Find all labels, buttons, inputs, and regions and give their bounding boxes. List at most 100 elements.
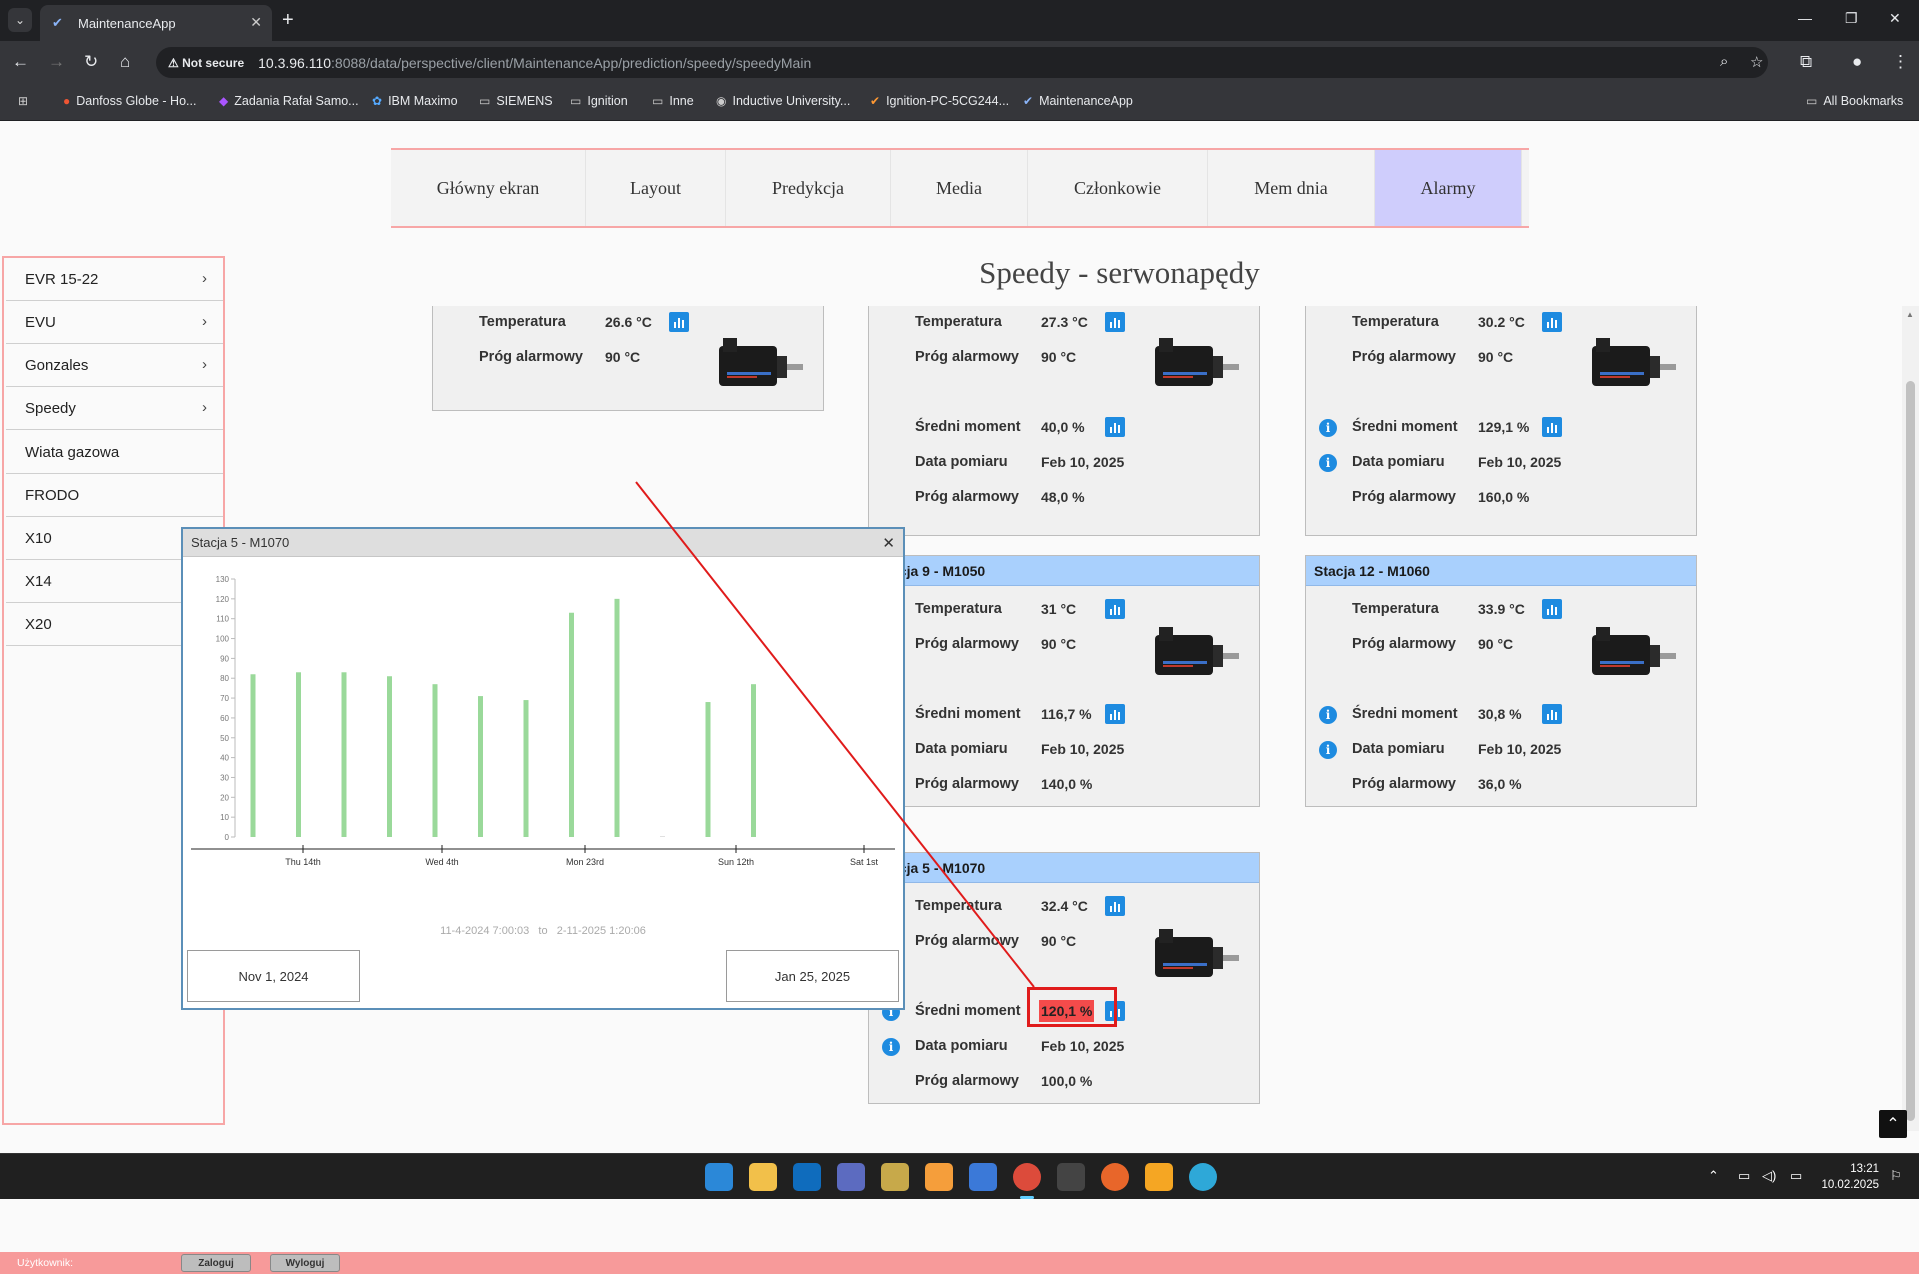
- date-from-picker[interactable]: Nov 1, 2024: [187, 950, 360, 1002]
- scroll-to-top-button[interactable]: ⌃: [1879, 1110, 1907, 1138]
- sidebar-item-gonzales[interactable]: Gonzales ›: [6, 344, 223, 387]
- chart-bar[interactable]: [705, 702, 711, 837]
- nav-layout[interactable]: Layout: [586, 150, 726, 226]
- chart-icon[interactable]: [1105, 417, 1125, 437]
- ignition-icon[interactable]: [1145, 1163, 1173, 1191]
- start-icon[interactable]: [705, 1163, 733, 1191]
- bookmark-item[interactable]: ◆ Zadania Rafał Samo...: [219, 94, 359, 108]
- file-explorer-icon[interactable]: [749, 1163, 777, 1191]
- chart-bar[interactable]: [296, 672, 301, 837]
- nav-glowny-ekran[interactable]: Główny ekran: [391, 150, 586, 226]
- nav-alarmy[interactable]: Alarmy: [1375, 150, 1522, 226]
- chart-icon[interactable]: [1105, 312, 1125, 332]
- sidebar-item-evu[interactable]: EVU ›: [6, 301, 223, 344]
- bookmark-item[interactable]: ● Danfoss Globe - Ho...: [63, 94, 196, 108]
- sidebar-item-speedy[interactable]: Speedy ›: [6, 387, 223, 430]
- bookmark-item[interactable]: ✔ Ignition-PC-5CG244...: [870, 94, 1009, 108]
- avg-torque-value: 40,0 %: [1041, 419, 1085, 435]
- chart-icon[interactable]: [1105, 896, 1125, 916]
- scrollbar-thumb[interactable]: [1906, 381, 1915, 1121]
- minimize-button[interactable]: —: [1798, 10, 1812, 26]
- nav-mem-dnia[interactable]: Mem dnia: [1208, 150, 1375, 226]
- extensions-icon[interactable]: ⧉: [1800, 52, 1812, 72]
- nav-czlonkowie[interactable]: Członkowie: [1028, 150, 1208, 226]
- clock[interactable]: 13:21 10.02.2025: [1821, 1161, 1879, 1193]
- bookmark-star-icon[interactable]: ☆: [1750, 53, 1763, 71]
- window-close-button[interactable]: ✕: [1889, 10, 1901, 27]
- chart-bar[interactable]: [751, 684, 756, 837]
- chevron-up-icon[interactable]: ⌃: [1708, 1168, 1719, 1184]
- bookmark-folder[interactable]: ▭ Ignition: [570, 94, 628, 108]
- app-icon[interactable]: [881, 1163, 909, 1191]
- back-button[interactable]: ←: [12, 52, 29, 72]
- chart-icon[interactable]: [1542, 704, 1562, 724]
- profile-icon[interactable]: ●: [1852, 52, 1862, 72]
- scroll-up-icon[interactable]: ▲: [1906, 310, 1914, 319]
- browser-tab[interactable]: ✔ MaintenanceApp ✕: [40, 5, 272, 41]
- url-input[interactable]: ⚠ Not secure 10.3.96.110:8088/data/persp…: [156, 47, 1768, 78]
- forward-button[interactable]: →: [48, 52, 65, 72]
- logout-button[interactable]: Wyloguj: [270, 1254, 340, 1272]
- store-icon[interactable]: [1057, 1163, 1085, 1191]
- popup-titlebar[interactable]: Stacja 5 - M1070 ✕: [183, 529, 903, 557]
- bookmark-item[interactable]: ✿ IBM Maximo: [372, 94, 458, 108]
- sidebar-item-wiata[interactable]: Wiata gazowa: [6, 431, 223, 474]
- chart-bar[interactable]: [523, 700, 529, 837]
- range-to: to: [538, 925, 548, 937]
- browser-menu-icon[interactable]: ⋮: [1892, 52, 1909, 72]
- sidebar-item-frodo[interactable]: FRODO: [6, 474, 223, 517]
- app-icon[interactable]: [837, 1163, 865, 1191]
- chart-icon[interactable]: [1105, 704, 1125, 724]
- info-icon[interactable]: i: [882, 1038, 900, 1056]
- alarm-highlight-box: [1027, 987, 1117, 1027]
- chart-icon[interactable]: [1105, 599, 1125, 619]
- tab-search-button[interactable]: ⌄: [8, 8, 32, 32]
- info-icon[interactable]: i: [1319, 419, 1337, 437]
- date-to-picker[interactable]: Jan 25, 2025: [726, 950, 899, 1002]
- network-icon[interactable]: ▭: [1738, 1168, 1750, 1184]
- chart-bar[interactable]: [569, 612, 574, 837]
- info-icon[interactable]: i: [1319, 706, 1337, 724]
- reload-button[interactable]: ↻: [84, 52, 98, 72]
- chart-bar[interactable]: [341, 672, 347, 837]
- info-icon[interactable]: i: [1319, 454, 1337, 472]
- all-bookmarks-button[interactable]: ▭ All Bookmarks: [1806, 94, 1903, 108]
- not-secure-badge[interactable]: ⚠ Not secure: [168, 56, 244, 70]
- volume-icon[interactable]: ◁): [1762, 1168, 1776, 1184]
- chrome-icon[interactable]: [1013, 1163, 1041, 1191]
- outlook-icon[interactable]: [793, 1163, 821, 1191]
- login-button[interactable]: Zaloguj: [181, 1254, 251, 1272]
- chart-bar[interactable]: [614, 598, 620, 837]
- tab-close-icon[interactable]: ✕: [250, 14, 262, 31]
- chart-bar[interactable]: [250, 674, 256, 837]
- restore-button[interactable]: ❐: [1845, 10, 1858, 27]
- chart-bar[interactable]: [660, 836, 665, 837]
- bookmark-item[interactable]: ◉ Inductive University...: [716, 94, 850, 108]
- notification-icon[interactable]: ⚐: [1890, 1168, 1902, 1184]
- bookmark-folder[interactable]: ▭ SIEMENS: [479, 94, 553, 108]
- nav-media[interactable]: Media: [891, 150, 1028, 226]
- new-tab-button[interactable]: +: [282, 9, 294, 32]
- vertical-scrollbar[interactable]: ▲: [1902, 306, 1919, 1131]
- zoom-icon[interactable]: ⌕: [1720, 53, 1728, 70]
- chart-bar[interactable]: [478, 696, 483, 837]
- bookmark-item[interactable]: ✔ MaintenanceApp: [1023, 94, 1133, 108]
- home-button[interactable]: ⌂: [120, 52, 130, 72]
- app-icon[interactable]: [1189, 1163, 1217, 1191]
- nav-predykcja[interactable]: Predykcja: [726, 150, 891, 226]
- sidebar-item-evr[interactable]: EVR 15-22 ›: [6, 258, 223, 301]
- chart-bar[interactable]: [432, 684, 438, 837]
- app-icon[interactable]: [1101, 1163, 1129, 1191]
- battery-icon[interactable]: ▭: [1790, 1168, 1802, 1184]
- close-icon[interactable]: ✕: [882, 534, 895, 552]
- chart-icon[interactable]: [1542, 312, 1562, 332]
- chart-icon[interactable]: [1542, 599, 1562, 619]
- ignition-icon[interactable]: [925, 1163, 953, 1191]
- apps-grid-icon[interactable]: ⊞: [18, 94, 34, 108]
- chart-bar[interactable]: [387, 676, 392, 837]
- bookmark-folder[interactable]: ▭ Inne: [652, 94, 694, 108]
- ignition-designer-icon[interactable]: [969, 1163, 997, 1191]
- chart-icon[interactable]: [1542, 417, 1562, 437]
- chart-icon[interactable]: [669, 312, 689, 332]
- info-icon[interactable]: i: [1319, 741, 1337, 759]
